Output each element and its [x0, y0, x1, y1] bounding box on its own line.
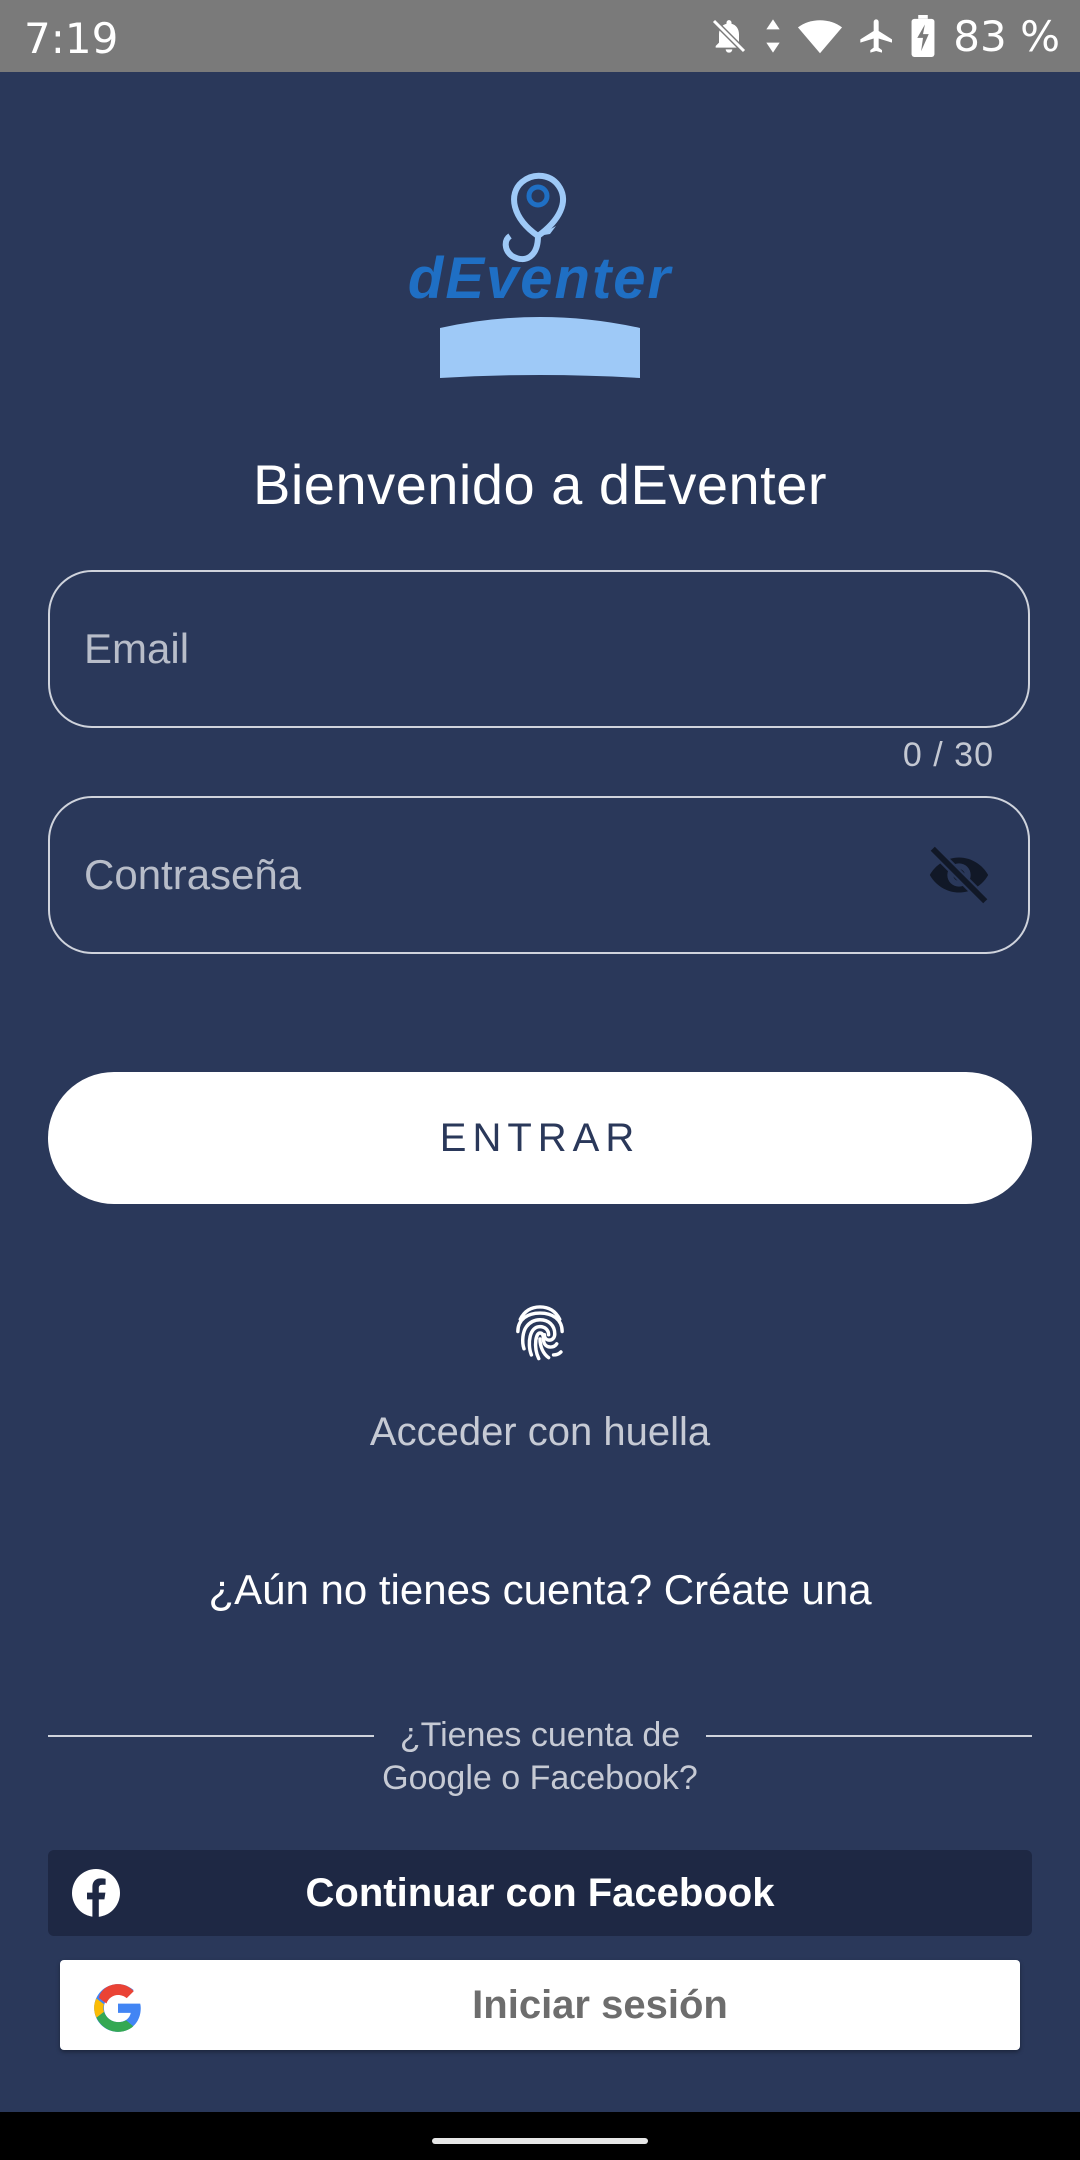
status-bar: 7:19 83 % [0, 0, 1080, 72]
eye-off-icon[interactable] [924, 840, 994, 910]
logo-text: dEventer [408, 246, 674, 311]
battery-percentage: 83 % [953, 11, 1060, 61]
airplane-icon [860, 19, 893, 53]
signup-link[interactable]: ¿Aún no tienes cuenta? Créate una [0, 1566, 1080, 1614]
social-login-divider-text: ¿Tienes cuenta de Google o Facebook? [360, 1714, 720, 1800]
navigation-bar [0, 2112, 1080, 2160]
enter-button[interactable]: ENTRAR [48, 1072, 1032, 1204]
bell-off-icon [712, 18, 747, 54]
home-gesture-handle[interactable] [432, 2138, 648, 2144]
status-icons: 83 % [709, 10, 1060, 62]
google-button-label: Iniciar sesión [472, 1983, 728, 2027]
deventer-logo: dEventer [408, 172, 674, 378]
divider-text-line1: ¿Tienes cuenta de [399, 1716, 681, 1754]
password-field[interactable]: Contraseña [48, 796, 1030, 954]
status-time: 7:19 [24, 14, 119, 63]
divider-text-line2: Google o Facebook? [382, 1759, 698, 1797]
fingerprint-login-link[interactable]: Acceder con huella [0, 1410, 1080, 1455]
google-icon [94, 1984, 141, 2032]
password-placeholder: Contraseña [84, 851, 302, 898]
battery-charging-icon [911, 15, 935, 57]
data-arrows-icon [766, 19, 780, 53]
facebook-login-button[interactable]: Continuar con Facebook [48, 1850, 1032, 1936]
divider-line-right [706, 1735, 1032, 1737]
email-field[interactable]: Email [48, 570, 1030, 728]
email-char-counter: 0 / 30 [902, 736, 994, 774]
facebook-button-label: Continuar con Facebook [305, 1871, 775, 1915]
fingerprint-icon[interactable] [510, 1302, 570, 1366]
enter-button-label: ENTRAR [439, 1115, 641, 1160]
email-placeholder: Email [84, 625, 190, 672]
google-login-button[interactable]: Iniciar sesión [60, 1960, 1020, 2050]
logo-banner [440, 317, 640, 378]
welcome-title: Bienvenido a dEventer [253, 453, 827, 516]
wifi-icon [798, 20, 843, 54]
divider-line-left [48, 1735, 374, 1737]
